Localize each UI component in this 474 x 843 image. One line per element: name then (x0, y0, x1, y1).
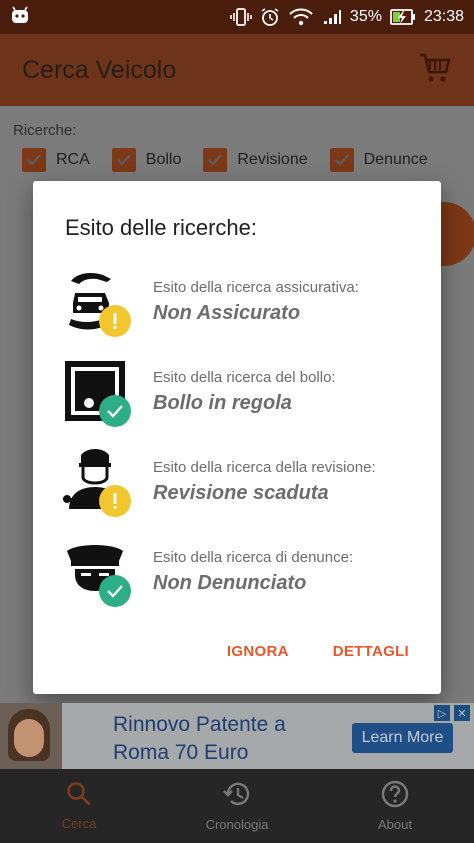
result-row-insurance: Esito della ricerca assicurativa: Non As… (63, 265, 423, 339)
ad-close-icon[interactable]: ✕ (454, 705, 470, 721)
insurance-hand-car-icon (63, 267, 131, 337)
bottom-navigation: Cerca Cronologia About (0, 769, 474, 843)
result-row-police: Esito della ricerca di denunce: Non Denu… (63, 535, 423, 609)
ad-thumbnail (0, 703, 62, 769)
stamp-icon (63, 357, 131, 427)
warning-badge (99, 305, 131, 337)
dialog-title: Esito delle ricerche: (65, 215, 257, 240)
battery-percent: 35% (349, 8, 382, 25)
ad-marks: ▷ ✕ (434, 705, 470, 721)
nav-label: About (378, 817, 412, 832)
android-icon (10, 6, 30, 29)
vibrate-icon (230, 7, 252, 27)
checkbox-label: Bollo (145, 151, 182, 168)
nav-item-cerca[interactable]: Cerca (0, 769, 158, 843)
dialog-actions: IGNORA DETTAGLI (227, 643, 409, 660)
ad-choices-icon[interactable]: ▷ (434, 705, 450, 721)
search-checkboxes: RCA Bollo Revisione Denunce (22, 148, 450, 172)
result-label: Esito della ricerca di denunce: (153, 549, 354, 566)
ad-learn-more-button[interactable]: Learn More (352, 723, 453, 753)
app-title: Cerca Veicolo (22, 55, 177, 84)
result-value: Bollo in regola (153, 392, 292, 414)
signal-icon (322, 8, 342, 26)
result-value: Non Denunciato (153, 572, 307, 594)
checkbox-bollo[interactable]: Bollo (111, 148, 182, 172)
details-button[interactable]: DETTAGLI (333, 643, 409, 660)
ad-title: Rinnovo Patente a Roma 70 Euro (113, 713, 286, 764)
ad-banner[interactable]: Rinnovo Patente a Roma 70 Euro Learn Mor… (0, 703, 474, 769)
ok-badge (99, 395, 131, 427)
result-value: Revisione scaduta (153, 482, 329, 504)
wifi-icon (288, 7, 314, 27)
search-label: Ricerche: (13, 122, 77, 139)
checkbox-label: RCA (56, 151, 90, 168)
mechanic-icon (63, 447, 131, 517)
clock: 23:38 (423, 8, 464, 25)
ignore-button[interactable]: IGNORA (227, 643, 289, 660)
result-value: Non Assicurato (153, 302, 301, 324)
search-icon (66, 781, 92, 812)
app-bar: Cerca Veicolo (0, 34, 474, 106)
police-icon (63, 537, 131, 607)
result-row-revision: Esito della ricerca della revisione: Rev… (63, 445, 423, 519)
checkbox-label: Revisione (237, 151, 308, 168)
checkbox-label: Denunce (363, 151, 428, 168)
checkbox-rca[interactable]: RCA (22, 148, 90, 172)
ok-badge (99, 575, 131, 607)
status-bar: 35% 23:38 (0, 0, 474, 34)
result-label: Esito della ricerca del bollo: (153, 369, 336, 386)
result-row-stamp: Esito della ricerca del bollo: Bollo in … (63, 355, 423, 429)
check-icon (111, 148, 136, 172)
check-icon (329, 148, 354, 172)
cart-icon[interactable] (418, 52, 452, 89)
result-label: Esito della ricerca della revisione: (153, 459, 376, 476)
help-icon (381, 780, 409, 813)
nav-label: Cerca (61, 816, 97, 831)
checkbox-denunce[interactable]: Denunce (329, 148, 428, 172)
nav-item-about[interactable]: About (316, 769, 474, 843)
check-icon (22, 148, 46, 172)
results-dialog: Esito delle ricerche: Esito della ricerc… (33, 181, 441, 694)
result-label: Esito della ricerca assicurativa: (153, 279, 359, 296)
check-icon (203, 148, 228, 172)
nav-item-cronologia[interactable]: Cronologia (158, 769, 316, 843)
checkbox-revisione[interactable]: Revisione (203, 148, 308, 172)
warning-badge (99, 485, 131, 517)
history-icon (222, 780, 252, 813)
battery-charging-icon (390, 8, 416, 26)
nav-label: Cronologia (205, 817, 269, 832)
alarm-icon (260, 7, 280, 27)
